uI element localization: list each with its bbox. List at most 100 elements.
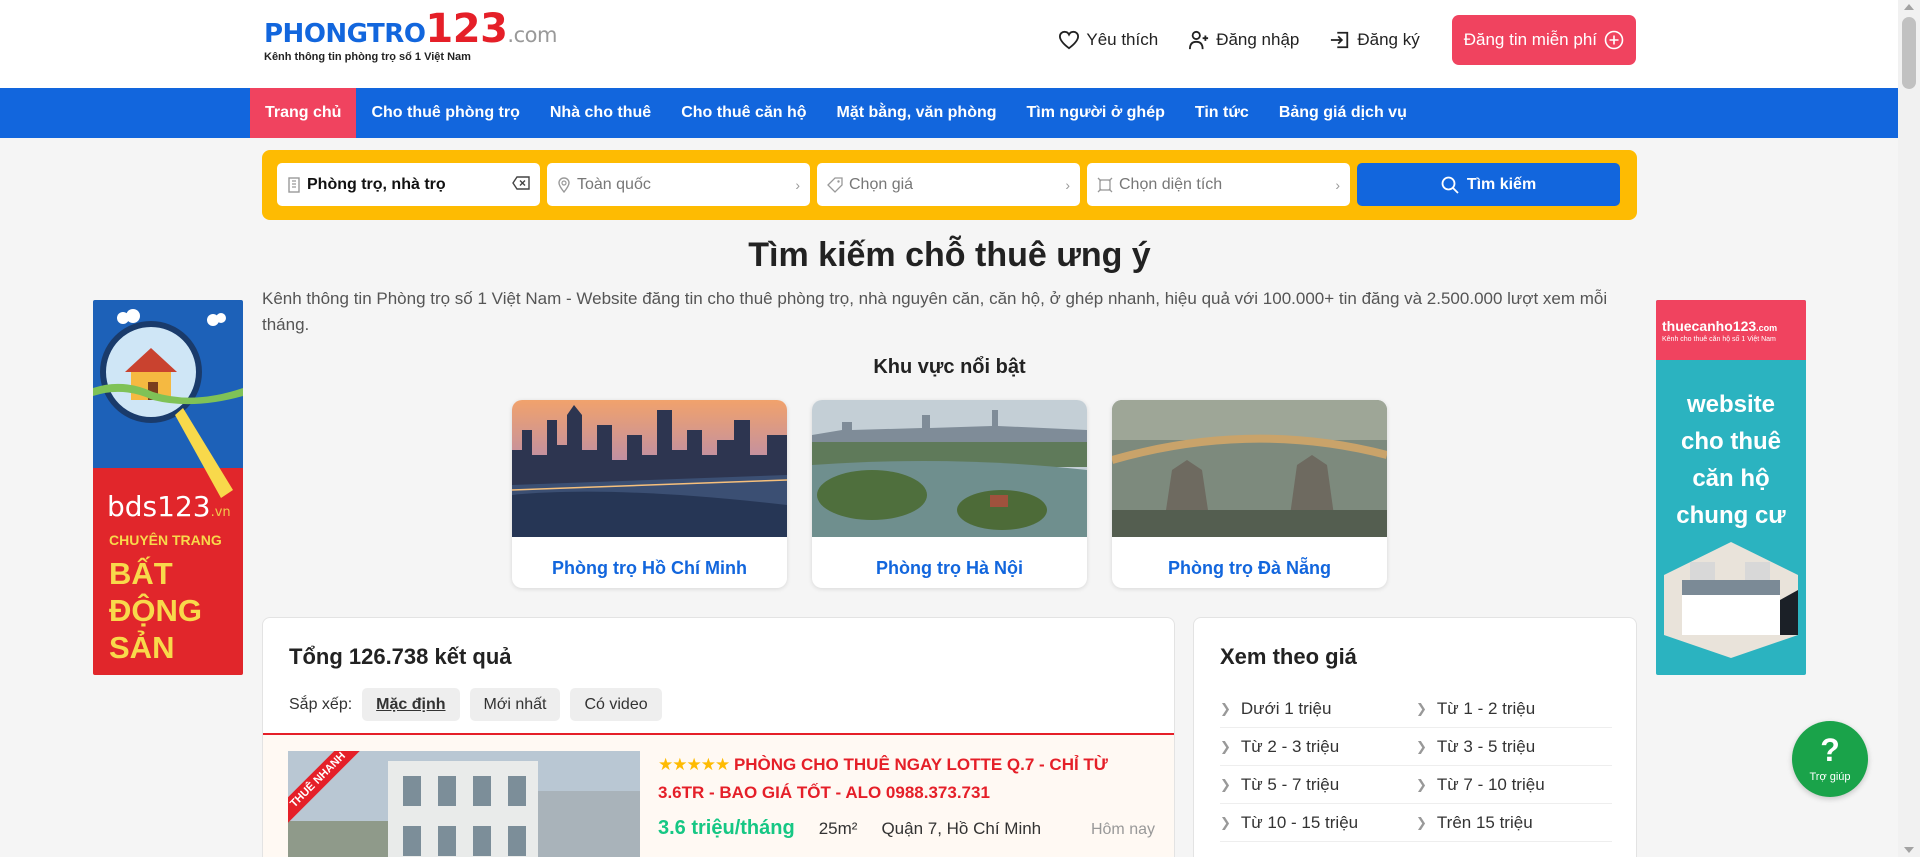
area-label-hanoi: Phòng trọ Hà Nội bbox=[876, 558, 1023, 578]
chevron-right-icon: › bbox=[1335, 176, 1340, 193]
area-card-hcm[interactable]: Phòng trọ Hồ Chí Minh bbox=[512, 400, 787, 588]
chevron-right-icon: › bbox=[795, 176, 800, 193]
post-free-label: Đăng tin miễn phí bbox=[1463, 30, 1597, 49]
price-filter-item[interactable]: ❯ Từ 1 - 2 triệu bbox=[1416, 690, 1612, 728]
building-icon bbox=[287, 176, 301, 193]
listing-area: 25m² bbox=[818, 819, 858, 838]
search-button[interactable]: Tìm kiếm bbox=[1357, 163, 1620, 206]
ad-banner-bds123[interactable]: bds123.vn CHUYÊN TRANG BẤT ĐỘNG SẢN bbox=[93, 300, 243, 675]
bds123-logo: bds123.vn bbox=[107, 490, 231, 523]
page-title: Tìm kiếm chỗ thuê ưng ý bbox=[748, 236, 1151, 274]
location-placeholder: Toàn quốc bbox=[577, 175, 651, 193]
chevron-right-icon: ❯ bbox=[1220, 814, 1231, 830]
featured-areas-title: Khu vực nổi bật bbox=[873, 356, 1026, 378]
clear-icon[interactable] bbox=[512, 176, 530, 193]
listing-meta: 3.6 triệu/tháng 25m² Quận 7, Hồ Chí Minh… bbox=[658, 817, 1155, 840]
price-filter-title: Xem theo giá bbox=[1220, 644, 1357, 669]
help-label: Trợ giúp bbox=[1809, 771, 1851, 783]
nav-item-houses[interactable]: Nhà cho thuê bbox=[535, 88, 666, 138]
sort-with-video[interactable]: Có video bbox=[570, 688, 662, 721]
chevron-right-icon: ❯ bbox=[1220, 776, 1231, 792]
nav-item-news[interactable]: Tin tức bbox=[1180, 88, 1264, 138]
listing-item[interactable]: THUÊ NHANH ★★★★★ PHÒNG CHO THUÊ NGAY LOT… bbox=[263, 735, 1174, 857]
price-filter-list: ❯ Dưới 1 triệu ❯ Từ 1 - 2 triệu ❯ Từ 2 - 3 … bbox=[1220, 690, 1612, 842]
price-select[interactable]: Chọn giá › bbox=[817, 163, 1080, 206]
nav-item-offices[interactable]: Mặt bằng, văn phòng bbox=[822, 88, 1012, 138]
chevron-right-icon: › bbox=[1065, 176, 1070, 193]
category-value: Phòng trọ, nhà trọ bbox=[307, 175, 446, 193]
sort-default[interactable]: Mặc định bbox=[362, 688, 460, 721]
logo-tld: .com bbox=[507, 23, 557, 47]
sign-in-icon bbox=[1331, 31, 1349, 49]
price-filter-item[interactable]: ❯ Từ 3 - 5 triệu bbox=[1416, 728, 1612, 766]
login-label: Đăng nhập bbox=[1216, 30, 1300, 49]
page-description: Kênh thông tin Phòng trọ số 1 Việt Nam -… bbox=[262, 289, 1608, 334]
ad-banner-thuecanho123[interactable]: thuecanho123.com Kênh cho thuê căn hộ số… bbox=[1656, 300, 1806, 675]
danang-golden-bridge-image bbox=[1112, 400, 1387, 537]
favorites-label: Yêu thích bbox=[1086, 30, 1159, 49]
site-logo[interactable]: PHONGTRO123.com Kênh thông tin phòng trọ… bbox=[264, 9, 557, 63]
help-button[interactable]: ? Trợ giúp bbox=[1792, 721, 1868, 797]
question-icon: ? bbox=[1820, 732, 1840, 768]
chevron-right-icon: ❯ bbox=[1416, 776, 1427, 792]
chevron-right-icon: ❯ bbox=[1416, 814, 1427, 830]
listing-time: Hôm nay bbox=[1090, 821, 1155, 838]
scroll-thumb[interactable] bbox=[1902, 17, 1916, 89]
ad-right-headline: website cho thuê căn hộ chung cư bbox=[1676, 391, 1786, 529]
login-link[interactable]: Đăng nhập bbox=[1188, 30, 1299, 50]
nav-item-pricing[interactable]: Bảng giá dịch vụ bbox=[1264, 88, 1422, 138]
ruler-icon bbox=[1097, 177, 1113, 193]
logo-number: 123 bbox=[425, 6, 508, 52]
register-label: Đăng ký bbox=[1357, 30, 1420, 49]
price-filter-item[interactable]: ❯ Từ 2 - 3 triệu bbox=[1220, 728, 1416, 766]
register-link[interactable]: Đăng ký bbox=[1329, 30, 1420, 50]
chevron-right-icon: ❯ bbox=[1220, 738, 1231, 754]
price-filter-item[interactable]: ❯ Từ 5 - 7 triệu bbox=[1220, 766, 1416, 804]
nav-item-roommates[interactable]: Tìm người ở ghép bbox=[1012, 88, 1180, 138]
plus-circle-icon bbox=[1604, 30, 1624, 50]
results-count: Tổng 126.738 kết quả bbox=[289, 644, 512, 669]
heart-icon bbox=[1059, 30, 1080, 50]
top-header: PHONGTRO123.com Kênh thông tin phòng trọ… bbox=[0, 0, 1898, 88]
chevron-right-icon: ❯ bbox=[1416, 700, 1427, 716]
nav-item-home[interactable]: Trang chủ bbox=[250, 88, 357, 138]
search-icon bbox=[1441, 176, 1459, 194]
nav-item-apartments[interactable]: Cho thuê căn hộ bbox=[666, 88, 821, 138]
map-pin-icon bbox=[557, 176, 571, 193]
sort-label: Sắp xếp: bbox=[289, 695, 353, 713]
search-bar: Phòng trọ, nhà trọ Toàn quốc › Chọn giá … bbox=[262, 150, 1637, 220]
category-select[interactable]: Phòng trọ, nhà trọ bbox=[277, 163, 540, 206]
ad-right-tagline: Kênh cho thuê căn hộ số 1 Việt Nam bbox=[1662, 336, 1776, 343]
scroll-down-arrow-icon[interactable] bbox=[1904, 847, 1914, 853]
favorites-link[interactable]: Yêu thích bbox=[1058, 30, 1158, 50]
ad-left-headline: BẤT ĐỘNG SẢN bbox=[109, 556, 202, 665]
nav-item-rooms[interactable]: Cho thuê phòng trọ bbox=[356, 88, 534, 138]
area-card-hanoi[interactable]: Phòng trọ Hà Nội bbox=[812, 400, 1087, 588]
price-filter-item[interactable]: ❯ Từ 10 - 15 triệu bbox=[1220, 804, 1416, 842]
price-filter-item[interactable]: ❯ Trên 15 triệu bbox=[1416, 804, 1612, 842]
kitchen-photo bbox=[1664, 542, 1798, 658]
area-card-danang[interactable]: Phòng trọ Đà Nẵng bbox=[1112, 400, 1387, 588]
post-free-button[interactable]: Đăng tin miễn phí bbox=[1451, 15, 1636, 65]
thuecanho123-logo: thuecanho123.com bbox=[1662, 318, 1778, 334]
rating-stars: ★★★★★ bbox=[658, 755, 730, 774]
location-select[interactable]: Toàn quốc › bbox=[547, 163, 810, 206]
price-filter-item[interactable]: ❯ Dưới 1 triệu bbox=[1220, 690, 1416, 728]
search-button-label: Tìm kiếm bbox=[1466, 175, 1537, 193]
listing-title[interactable]: ★★★★★ PHÒNG CHO THUÊ NGAY LOTTE Q.7 - CH… bbox=[658, 751, 1128, 807]
area-label-hcm: Phòng trọ Hồ Chí Minh bbox=[552, 558, 747, 578]
header-actions: Yêu thích Đăng nhập Đăng ký Đăng tin miễ… bbox=[1028, 15, 1636, 65]
sort-row: Sắp xếp: Mặc định Mới nhất Có video bbox=[289, 688, 662, 721]
user-plus-icon bbox=[1189, 30, 1209, 50]
page-scrollbar[interactable] bbox=[1898, 0, 1920, 857]
area-select[interactable]: Chọn diện tích › bbox=[1087, 163, 1350, 206]
area-label-danang: Phòng trọ Đà Nẵng bbox=[1168, 558, 1331, 578]
sort-newest[interactable]: Mới nhất bbox=[469, 688, 561, 721]
price-filter-item[interactable]: ❯ Từ 7 - 10 triệu bbox=[1416, 766, 1612, 804]
logo-tagline: Kênh thông tin phòng trọ số 1 Việt Nam bbox=[264, 51, 471, 63]
scroll-up-arrow-icon[interactable] bbox=[1904, 4, 1914, 10]
tag-icon bbox=[827, 176, 843, 193]
hcm-city-image bbox=[512, 400, 787, 537]
price-placeholder: Chọn giá bbox=[849, 175, 914, 193]
listing-image[interactable]: THUÊ NHANH bbox=[288, 751, 640, 857]
